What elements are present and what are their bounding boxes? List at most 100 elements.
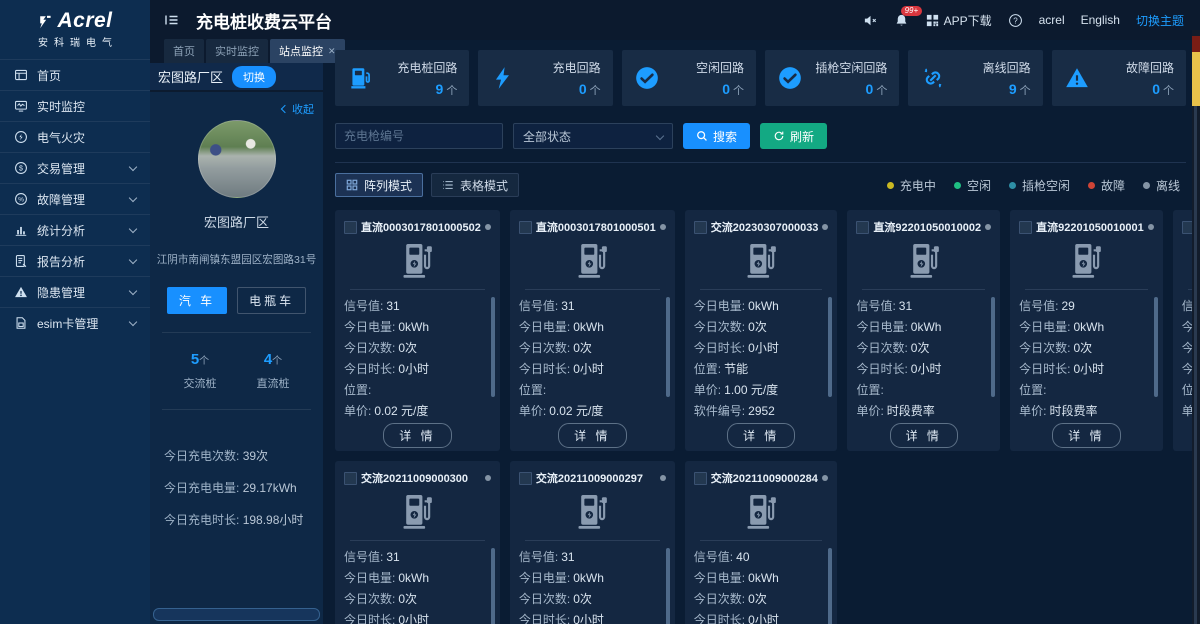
window-scrollbar[interactable]: [1192, 30, 1200, 624]
charger-checkbox[interactable]: [519, 472, 532, 485]
sidebar-item-0[interactable]: 首页: [0, 59, 150, 90]
detail-button[interactable]: 详 情: [558, 423, 626, 448]
stat-label: 插枪空闲回路: [815, 59, 887, 76]
refresh-button[interactable]: 刷新: [760, 123, 827, 149]
charger-checkbox[interactable]: [344, 221, 357, 234]
detail-button[interactable]: 详 情: [890, 423, 958, 448]
sidebar-item-8[interactable]: esim卡管理: [0, 307, 150, 338]
detail-button[interactable]: 详 情: [1052, 423, 1120, 448]
stat-label: 空闲回路: [696, 59, 744, 76]
sidebar-item-3[interactable]: $ 交易管理: [0, 152, 150, 183]
stat-label: 充电桩回路: [397, 59, 457, 76]
charging-pile-icon: [344, 241, 491, 286]
panel-bottom-scrollbar[interactable]: [153, 608, 320, 621]
charger-field: 今日次数 0次: [344, 588, 491, 609]
search-button[interactable]: 搜索: [683, 123, 750, 149]
charger-field: 信号值 40: [694, 546, 829, 567]
warning-triangle-icon: [1064, 65, 1090, 91]
collapse-menu-icon[interactable]: [164, 12, 180, 28]
charger-field: 位置: [519, 379, 666, 400]
charger-field: 今日电量 0kWh: [344, 567, 491, 588]
sidebar-item-1[interactable]: 实时监控: [0, 90, 150, 121]
charger-card-8: 交流20211009000284 信号值 40 今日电量 0kWh 今日次数 0…: [685, 461, 838, 624]
sidebar-item-6[interactable]: 报告分析: [0, 245, 150, 276]
sidebar-item-label: 隐患管理: [37, 284, 121, 301]
detail-button[interactable]: 详 情: [383, 423, 451, 448]
charger-checkbox[interactable]: [694, 221, 707, 234]
bell-icon[interactable]: 99+: [894, 13, 909, 28]
charging-pile-icon: [694, 241, 829, 286]
vehicle-tab-car[interactable]: 汽 车: [167, 287, 227, 314]
scrollbar-thumb[interactable]: [1192, 52, 1200, 106]
chevron-down-icon: [129, 162, 137, 170]
svg-text:?: ?: [1013, 16, 1018, 25]
charger-field: 今日时长 0小时: [344, 609, 491, 624]
charger-checkbox[interactable]: [856, 221, 869, 234]
theme-switch-link[interactable]: 切换主题: [1136, 12, 1184, 29]
realtime-monitor-icon: [14, 99, 28, 113]
charger-field: 今日次数 0次: [694, 588, 829, 609]
tab-1[interactable]: 实时监控: [206, 39, 268, 63]
detail-button[interactable]: 详 情: [727, 423, 795, 448]
card-scrollbar[interactable]: [991, 297, 995, 397]
charger-fields: 信号值 40 今日电量 0kWh 今日次数 0次 今日时长 0小时: [694, 546, 829, 624]
stat-value: 9个: [983, 81, 1031, 98]
card-scrollbar[interactable]: [1154, 297, 1158, 397]
charger-checkbox[interactable]: [519, 221, 532, 234]
charger-card-3: 直流92201050010002 信号值 31 今日电量 0kWh 今日次数 0…: [847, 210, 1000, 451]
status-dot: [485, 224, 491, 230]
charger-checkbox[interactable]: [344, 472, 357, 485]
charger-checkbox[interactable]: [1019, 221, 1032, 234]
divider: [1025, 289, 1148, 290]
vehicle-tab-ebike[interactable]: 电瓶车: [237, 287, 306, 314]
divider: [335, 162, 1186, 163]
chevron-down-icon: [129, 317, 137, 325]
sidebar-item-7[interactable]: 隐患管理: [0, 276, 150, 307]
legend-item-1: 空闲: [954, 177, 991, 194]
tab-0[interactable]: 首页: [164, 39, 204, 63]
card-scrollbar[interactable]: [666, 297, 670, 397]
legend-dot: [887, 182, 894, 189]
app-download-link[interactable]: APP下载: [925, 12, 992, 29]
sidebar-item-label: 报告分析: [37, 253, 121, 270]
legend-item-3: 故障: [1088, 177, 1125, 194]
header-actions: 99+ APP下载 ? acrel English 切换主题: [863, 12, 1184, 29]
username[interactable]: acrel: [1039, 13, 1065, 27]
status-dot: [1148, 224, 1154, 230]
language-switch[interactable]: English: [1081, 13, 1120, 27]
card-scrollbar[interactable]: [491, 297, 495, 397]
switch-station-button[interactable]: 切换: [232, 66, 276, 88]
chevron-down-icon: [129, 193, 137, 201]
card-scrollbar[interactable]: [491, 548, 495, 624]
charger-card-2: 交流20230307000033 今日电量 0kWh 今日次数 0次 今日时长 …: [685, 210, 838, 451]
help-icon[interactable]: ?: [1008, 13, 1023, 28]
brand-subtitle: 安科瑞电气: [0, 34, 150, 49]
charging-pile-icon: [856, 241, 991, 286]
mute-icon[interactable]: [863, 13, 878, 28]
charger-field: 今日时长 0小时: [856, 358, 991, 379]
card-scrollbar[interactable]: [828, 548, 832, 624]
status-dot: [985, 224, 991, 230]
charger-field: 今日电量 0kWh: [694, 567, 829, 588]
collapse-panel-link[interactable]: 收起: [282, 101, 314, 117]
table-mode-button[interactable]: 表格模式: [431, 173, 519, 197]
charger-field: 今日时长 0小时: [694, 337, 829, 358]
chevron-down-icon: [129, 255, 137, 263]
charger-field: 今日时长 0小时: [519, 358, 666, 379]
status-select[interactable]: 全部状态: [513, 123, 673, 149]
sidebar-item-5[interactable]: 统计分析: [0, 214, 150, 245]
array-mode-button[interactable]: 阵列模式: [335, 173, 423, 197]
circuit-stat-cards: 充电桩回路 9个 充电回路 0个 空闲回路 0个 插枪空闲回路 0个 离线回路 …: [335, 50, 1186, 106]
status-dot: [660, 224, 666, 230]
sidebar-item-4[interactable]: % 故障管理: [0, 183, 150, 214]
sidebar-item-label: esim卡管理: [37, 315, 121, 332]
charger-id: 交流20211009000300: [361, 470, 481, 486]
gun-number-input[interactable]: [335, 123, 503, 149]
charger-field: 今日次数 0次: [519, 588, 666, 609]
charger-checkbox[interactable]: [694, 472, 707, 485]
sidebar-item-2[interactable]: 电气火灾: [0, 121, 150, 152]
card-scrollbar[interactable]: [828, 297, 832, 397]
charger-field: 信号值 31: [519, 295, 666, 316]
charger-field: 单价 1.00 元/度: [694, 379, 829, 400]
card-scrollbar[interactable]: [666, 548, 670, 624]
